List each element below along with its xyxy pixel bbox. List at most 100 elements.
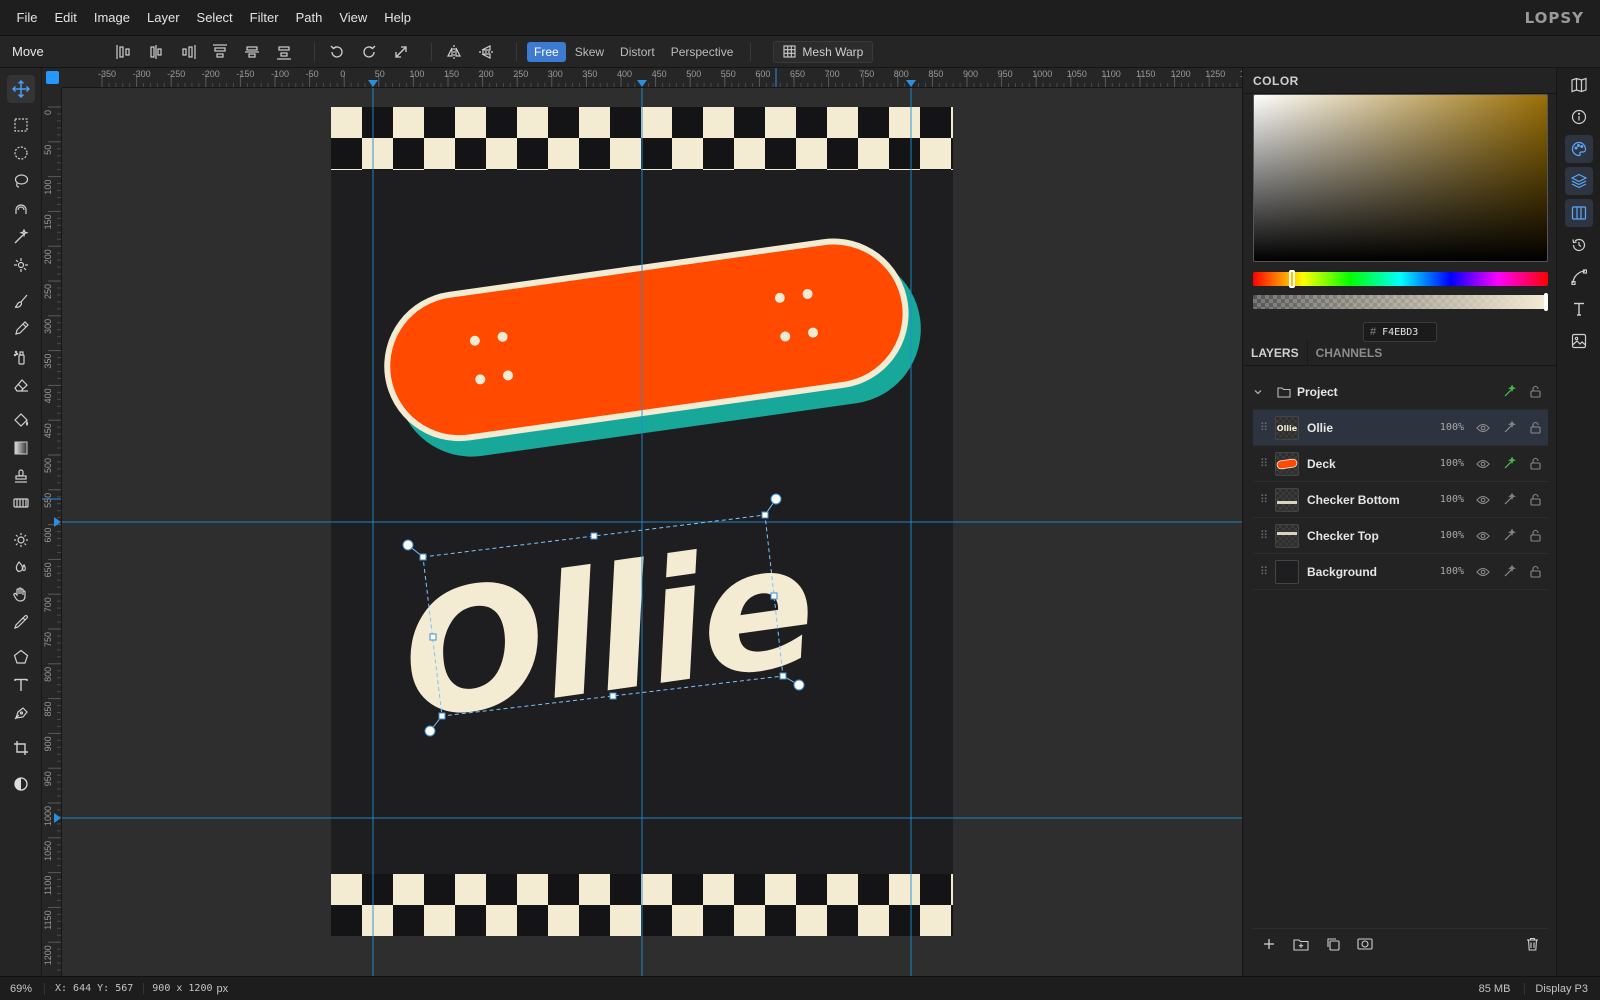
ellipse-marquee-tool[interactable] [7,139,35,167]
lock-icon[interactable] [1522,490,1548,510]
menu-help[interactable]: Help [376,0,420,36]
pattern-tool[interactable] [7,489,35,517]
align-right-icon[interactable] [176,40,200,64]
lock-icon[interactable] [1522,526,1548,546]
layers-icon[interactable] [1565,167,1593,195]
effects-icon[interactable] [1496,562,1522,582]
menu-edit[interactable]: Edit [46,0,85,36]
palette-icon[interactable] [1565,135,1593,163]
duplicate-layer-icon[interactable] [1317,931,1349,957]
chevron-down-icon[interactable] [1253,387,1275,397]
channels-icon[interactable] [1565,199,1593,227]
layer-row-ollie[interactable]: ⠿ Ollie Ollie 100% [1253,410,1548,446]
guide-marker[interactable] [368,80,378,87]
layer-opacity[interactable]: 100% [1428,530,1464,541]
resize-handle[interactable] [419,553,427,561]
hex-input[interactable]: # F4EBD3 [1363,322,1437,342]
resize-handle[interactable] [770,592,778,600]
blur-tool[interactable] [7,553,35,581]
scale-icon[interactable] [389,40,413,64]
menu-file[interactable]: File [8,0,46,36]
layer-row-checker-bottom[interactable]: ⠿ Checker Bottom 100% [1253,482,1548,518]
layer-group-row[interactable]: Project [1253,374,1548,410]
mode-distort[interactable]: Distort [613,42,662,62]
align-top-icon[interactable] [208,40,232,64]
history-icon[interactable] [1565,231,1593,259]
menu-select[interactable]: Select [188,0,241,36]
mesh-warp-button[interactable]: Mesh Warp [773,40,874,63]
dodge-tool[interactable] [7,526,35,554]
mode-free[interactable]: Free [527,41,566,62]
lock-icon[interactable] [1522,454,1548,474]
document-canvas[interactable]: Ollie [62,88,1242,976]
layer-opacity[interactable]: 100% [1428,494,1464,505]
alpha-slider[interactable] [1253,293,1548,311]
color-panel-title[interactable]: COLOR [1253,74,1299,88]
layer-mask-icon[interactable] [1349,931,1381,957]
lasso-tool[interactable] [7,167,35,195]
drag-handle-icon[interactable]: ⠿ [1253,457,1275,470]
menu-path[interactable]: Path [287,0,331,36]
effects-icon[interactable] [1496,490,1522,510]
gradient-tool[interactable] [7,434,35,462]
quick-select-tool[interactable] [7,251,35,279]
brush-tool[interactable] [7,287,35,315]
magnetic-lasso-tool[interactable] [7,195,35,223]
align-bottom-icon[interactable] [272,40,296,64]
pencil-tool[interactable] [7,315,35,343]
guide-marker[interactable] [637,80,647,87]
rect-marquee-tool[interactable] [7,111,35,139]
resize-handle[interactable] [438,712,446,720]
guide-marker[interactable] [54,813,61,823]
pen-tool[interactable] [7,699,35,727]
text-tool[interactable] [7,671,35,699]
effects-icon[interactable] [1496,418,1522,438]
flip-vertical-icon[interactable] [474,40,498,64]
menu-view[interactable]: View [331,0,376,36]
layer-row-checker-top[interactable]: ⠿ Checker Top 100% [1253,518,1548,554]
eyedropper-tool[interactable] [7,608,35,636]
layer-opacity[interactable]: 100% [1428,566,1464,577]
paths-icon[interactable] [1565,263,1593,291]
effects-icon[interactable] [1496,454,1522,474]
layer-row-deck[interactable]: ⠿ Deck 100% [1253,446,1548,482]
eye-icon[interactable] [1470,526,1496,546]
menu-image[interactable]: Image [85,0,138,36]
eye-icon[interactable] [1470,490,1496,510]
color-picker-field[interactable] [1253,94,1548,262]
trash-icon[interactable] [1516,931,1548,957]
add-layer-icon[interactable] [1253,931,1285,957]
guide-marker[interactable] [54,517,61,527]
eraser-tool[interactable] [7,371,35,399]
align-center-horizontal-icon[interactable] [144,40,168,64]
layer-opacity[interactable]: 100% [1428,422,1464,433]
alpha-slider-thumb[interactable] [1544,293,1548,311]
rotate-handle[interactable] [424,725,436,737]
drag-handle-icon[interactable]: ⠿ [1253,421,1275,434]
hue-slider[interactable] [1253,270,1548,288]
hex-value[interactable]: F4EBD3 [1382,327,1418,338]
drag-handle-icon[interactable]: ⠿ [1253,529,1275,542]
rotate-handle[interactable] [793,679,805,691]
resize-handle[interactable] [609,692,617,700]
paint-bucket-tool[interactable] [7,406,35,434]
spray-tool[interactable] [7,343,35,371]
layer-opacity[interactable]: 100% [1428,458,1464,469]
rotate-right-icon[interactable] [357,40,381,64]
align-middle-vertical-icon[interactable] [240,40,264,64]
image-adjust-icon[interactable] [1565,327,1593,355]
lock-icon[interactable] [1522,382,1548,402]
mode-skew[interactable]: Skew [568,42,611,62]
new-group-icon[interactable] [1285,931,1317,957]
effects-icon[interactable] [1496,526,1522,546]
layer-row-background[interactable]: ⠿ Background 100% [1253,554,1548,590]
resize-handle[interactable] [429,633,437,641]
tab-channels[interactable]: CHANNELS [1306,340,1391,365]
drag-handle-icon[interactable]: ⠿ [1253,493,1275,506]
tab-layers[interactable]: LAYERS [1243,340,1307,365]
menu-filter[interactable]: Filter [241,0,287,36]
rotate-left-icon[interactable] [325,40,349,64]
contrast-icon[interactable] [7,770,35,798]
magic-wand-tool[interactable] [7,223,35,251]
rotate-handle[interactable] [402,539,414,551]
